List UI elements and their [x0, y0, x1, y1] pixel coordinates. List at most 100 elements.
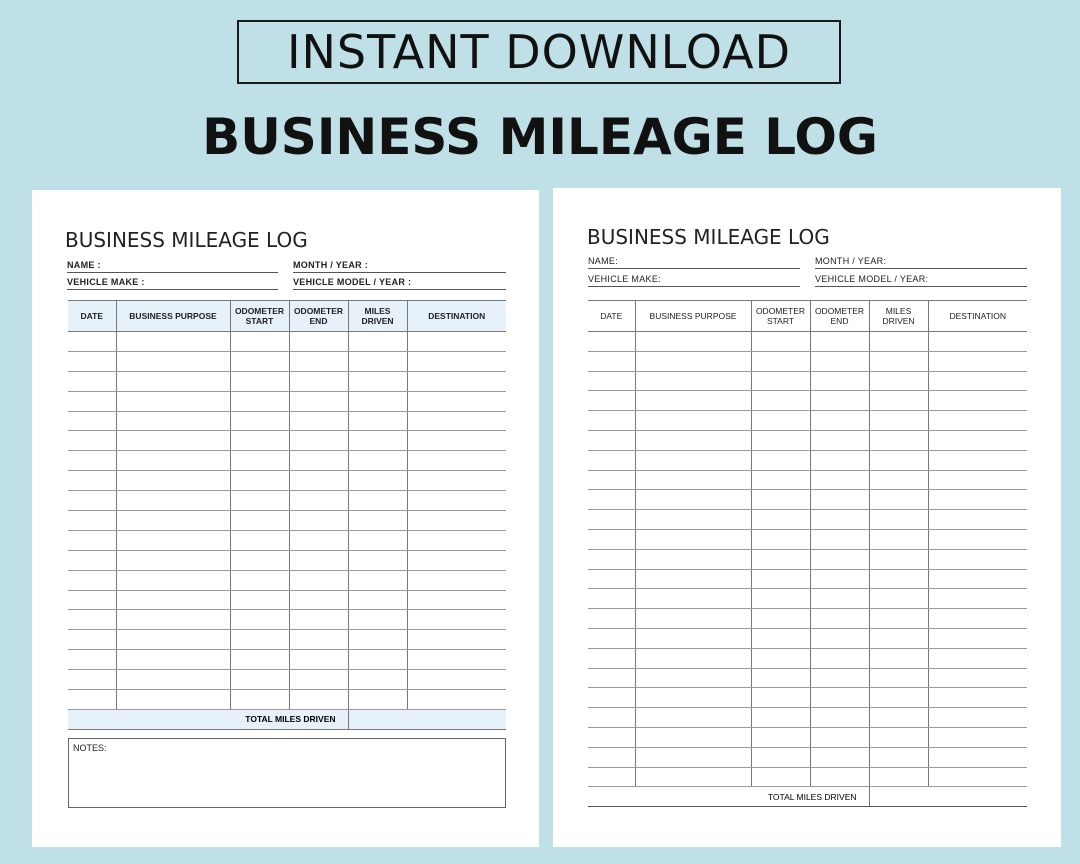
table-cell[interactable] — [347, 689, 408, 710]
table-cell[interactable] — [634, 628, 752, 649]
table-cell[interactable] — [347, 430, 408, 452]
table-cell[interactable] — [927, 351, 1027, 372]
table-cell[interactable] — [68, 590, 117, 611]
table-cell[interactable] — [288, 450, 349, 472]
table-cell[interactable] — [588, 569, 636, 590]
table-cell[interactable] — [229, 530, 290, 551]
table-cell[interactable] — [347, 331, 408, 352]
total-miles-value[interactable] — [347, 708, 506, 730]
table-cell[interactable] — [288, 590, 349, 611]
table-cell[interactable] — [229, 550, 290, 571]
table-cell[interactable] — [634, 588, 752, 610]
table-cell[interactable] — [750, 628, 811, 649]
table-cell[interactable] — [406, 649, 506, 671]
table-cell[interactable] — [634, 727, 752, 748]
table-cell[interactable] — [868, 371, 929, 392]
table-cell[interactable] — [68, 371, 117, 392]
table-cell[interactable] — [115, 669, 231, 691]
table-cell[interactable] — [927, 390, 1027, 412]
table-cell[interactable] — [406, 689, 506, 710]
table-cell[interactable] — [809, 450, 870, 471]
table-cell[interactable] — [868, 529, 929, 550]
table-cell[interactable] — [68, 570, 117, 591]
table-cell[interactable] — [927, 569, 1027, 590]
table-cell[interactable] — [809, 529, 870, 550]
table-cell[interactable] — [634, 430, 752, 451]
table-cell[interactable] — [750, 588, 811, 610]
table-cell[interactable] — [406, 430, 506, 452]
table-cell[interactable] — [588, 727, 636, 748]
table-cell[interactable] — [68, 351, 117, 372]
table-cell[interactable] — [288, 371, 349, 392]
table-cell[interactable] — [809, 331, 870, 352]
table-cell[interactable] — [115, 649, 231, 671]
table-cell[interactable] — [588, 529, 636, 550]
table-cell[interactable] — [588, 608, 636, 629]
table-cell[interactable] — [406, 609, 506, 631]
table-cell[interactable] — [868, 331, 929, 352]
table-cell[interactable] — [868, 410, 929, 431]
table-cell[interactable] — [750, 470, 811, 491]
table-cell[interactable] — [347, 629, 408, 651]
table-cell[interactable] — [809, 727, 870, 748]
vehicle-make-field[interactable]: VEHICLE MAKE: — [588, 274, 800, 287]
table-cell[interactable] — [750, 608, 811, 629]
table-cell[interactable] — [288, 351, 349, 372]
table-cell[interactable] — [288, 430, 349, 452]
table-cell[interactable] — [347, 609, 408, 631]
table-cell[interactable] — [634, 687, 752, 709]
table-cell[interactable] — [588, 450, 636, 471]
table-cell[interactable] — [115, 391, 231, 412]
table-cell[interactable] — [229, 371, 290, 392]
table-cell[interactable] — [809, 410, 870, 431]
table-cell[interactable] — [115, 470, 231, 492]
table-cell[interactable] — [634, 470, 752, 491]
table-cell[interactable] — [288, 391, 349, 412]
table-cell[interactable] — [288, 470, 349, 492]
table-cell[interactable] — [750, 509, 811, 530]
table-cell[interactable] — [927, 668, 1027, 689]
table-cell[interactable] — [588, 687, 636, 709]
table-cell[interactable] — [347, 510, 408, 531]
table-cell[interactable] — [634, 331, 752, 352]
table-cell[interactable] — [588, 509, 636, 530]
table-cell[interactable] — [634, 390, 752, 412]
name-field[interactable]: NAME : — [67, 260, 278, 273]
table-cell[interactable] — [115, 550, 231, 571]
table-cell[interactable] — [406, 490, 506, 512]
table-cell[interactable] — [634, 569, 752, 590]
table-cell[interactable] — [809, 588, 870, 610]
table-cell[interactable] — [68, 510, 117, 531]
table-cell[interactable] — [927, 747, 1027, 768]
table-cell[interactable] — [68, 490, 117, 512]
vehicle-model-field[interactable]: VEHICLE MODEL / YEAR: — [815, 274, 1027, 287]
table-cell[interactable] — [750, 489, 811, 511]
table-cell[interactable] — [229, 609, 290, 631]
table-cell[interactable] — [927, 430, 1027, 451]
table-cell[interactable] — [347, 450, 408, 472]
table-cell[interactable] — [406, 530, 506, 551]
table-cell[interactable] — [115, 510, 231, 531]
table-cell[interactable] — [115, 371, 231, 392]
table-cell[interactable] — [809, 430, 870, 451]
table-cell[interactable] — [115, 490, 231, 512]
table-cell[interactable] — [68, 530, 117, 551]
table-cell[interactable] — [750, 410, 811, 431]
vehicle-model-field[interactable]: VEHICLE MODEL / YEAR : — [293, 277, 506, 290]
table-cell[interactable] — [406, 570, 506, 591]
table-cell[interactable] — [809, 351, 870, 372]
table-cell[interactable] — [406, 510, 506, 531]
table-cell[interactable] — [868, 767, 929, 788]
table-cell[interactable] — [634, 707, 752, 728]
table-cell[interactable] — [634, 450, 752, 471]
table-cell[interactable] — [634, 767, 752, 788]
table-cell[interactable] — [347, 411, 408, 432]
table-cell[interactable] — [347, 570, 408, 591]
month-year-field[interactable]: MONTH / YEAR : — [293, 260, 506, 273]
table-cell[interactable] — [809, 668, 870, 689]
table-cell[interactable] — [634, 608, 752, 629]
table-cell[interactable] — [634, 351, 752, 372]
table-cell[interactable] — [588, 747, 636, 768]
table-cell[interactable] — [588, 470, 636, 491]
table-cell[interactable] — [229, 351, 290, 372]
